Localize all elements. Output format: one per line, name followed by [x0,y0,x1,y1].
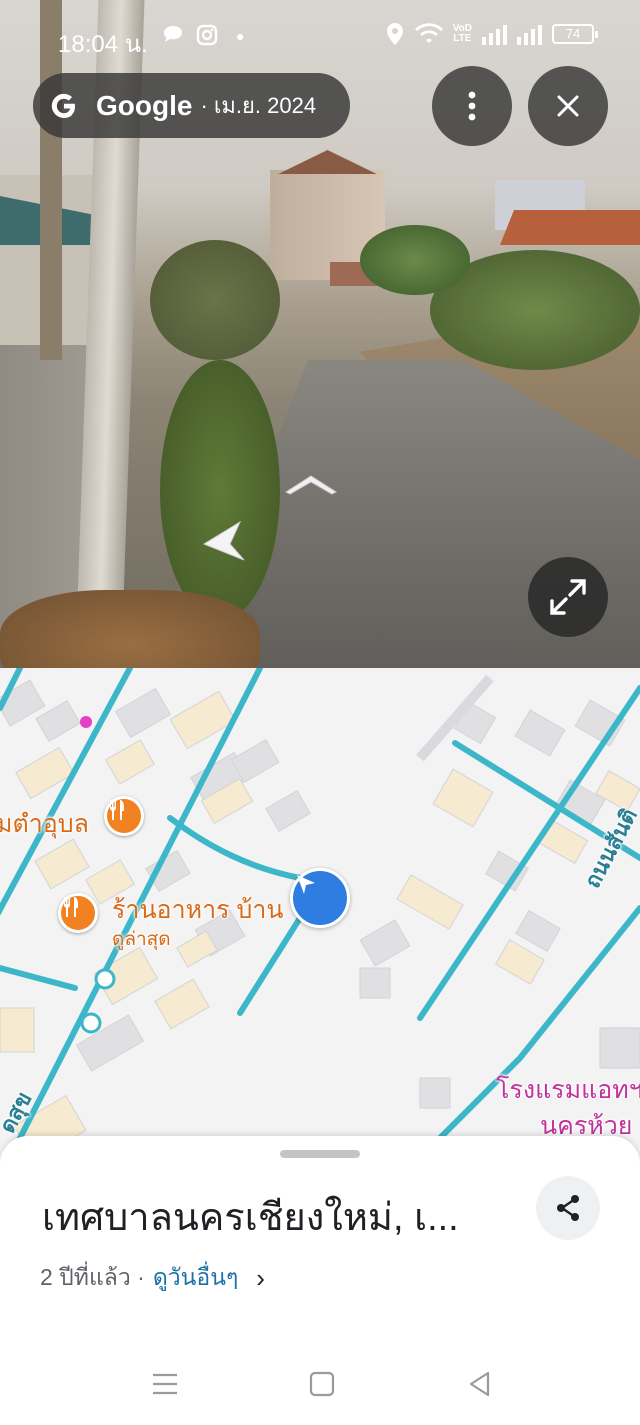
volte-icon: VoD LTE [452,23,472,44]
back-button[interactable] [460,1364,500,1404]
fork-knife-icon [110,800,124,820]
capture-age: 2 ปีที่แล้ว · [40,1264,145,1290]
fullscreen-button[interactable] [528,557,608,637]
signal-icon [482,23,507,45]
map-view[interactable]: มตำอุบล ร้านอาหาร บ้าน ดูล่าสุด โรงแรมแอ… [0,668,640,1188]
chat-icon [162,24,184,49]
place-sublabel: ดูล่าสุด [112,929,171,950]
fork-knife-icon [64,897,78,917]
restaurant-pin[interactable] [58,893,98,933]
hotel-label[interactable]: โรงแรมแอทฯ [496,1070,640,1110]
close-icon [557,95,579,117]
tree [150,240,280,360]
battery-icon: 74 [552,24,598,44]
google-date-pill[interactable]: Google · เม.ย. 2024 [33,73,350,138]
more-options-button[interactable] [432,66,512,146]
status-bar: 18:04 น. ● VoD LTE 74 [0,0,640,72]
wifi-icon [414,23,443,43]
menu-icon [153,1373,177,1395]
forward-arrow-icon[interactable] [284,470,338,496]
instagram-icon [196,24,218,51]
signal-icon-2 [517,23,542,45]
notification-dot-icon: ● [236,28,245,44]
google-brand: Google [96,89,193,121]
place-title: เทศบาลนครเชียงใหม่, เ... [42,1197,459,1239]
more-vert-icon [468,91,476,121]
capture-date: · เม.ย. 2024 [200,93,317,118]
capture-info: 2 ปีที่แล้ว · ดูวันอื่นๆ › [40,1260,265,1296]
left-arrow-icon[interactable] [200,520,248,562]
home-square-icon [309,1371,335,1397]
system-nav-bar [0,1340,640,1425]
close-button[interactable] [528,66,608,146]
share-icon [557,1195,579,1221]
restaurant-pin[interactable] [104,796,144,836]
street-view-panorama[interactable]: 18:04 น. ● VoD LTE 74 Google · เม.ย. 2024 [0,0,640,668]
tree [360,225,470,295]
expand-icon [550,579,586,615]
google-g-icon [50,92,78,120]
home-button[interactable] [302,1364,342,1404]
location-pin-icon [386,23,403,45]
share-button[interactable] [536,1176,600,1240]
red-roof [500,210,640,245]
dry-grass [0,590,260,668]
place-label[interactable]: มตำอุบล [0,804,89,844]
location-arrow-icon [297,875,315,894]
recents-button[interactable] [145,1364,185,1404]
chevron-right-icon[interactable]: › [256,1263,265,1294]
see-other-dates-link[interactable]: ดูวันอื่นๆ [153,1260,238,1296]
roadside-bushes [160,360,280,620]
back-triangle-icon [469,1371,490,1397]
current-location-marker[interactable] [290,868,350,928]
clock: 18:04 น. [58,31,148,58]
sheet-drag-handle[interactable] [280,1150,360,1158]
